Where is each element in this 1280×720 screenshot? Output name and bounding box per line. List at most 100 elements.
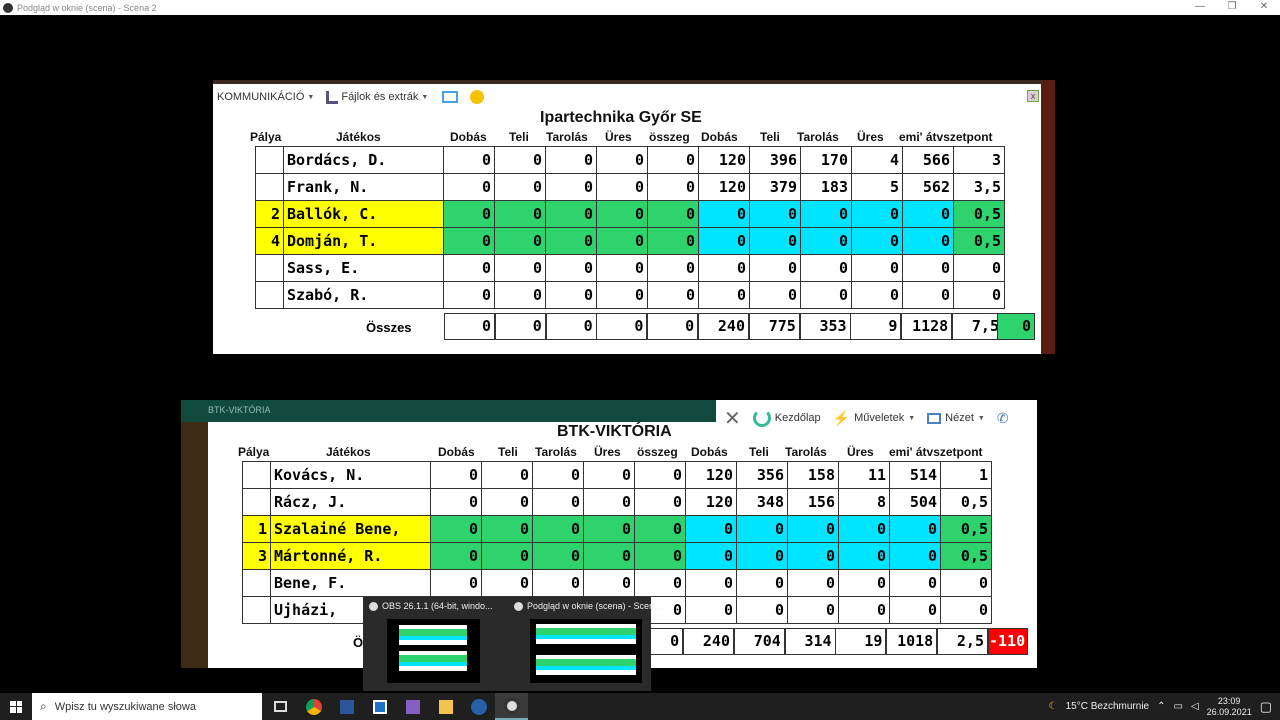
cell-value: 0 [430,515,482,543]
restore-button[interactable]: ❐ [1216,0,1248,15]
start-button[interactable] [0,693,32,720]
cell-value: 0 [889,569,941,597]
weather-text[interactable]: 15°C Bezchmurnie [1066,701,1149,712]
menu-fajlok[interactable]: Fájlok és extrák ▼ [326,90,429,104]
panel-close-button[interactable]: x [1027,90,1039,102]
cell-value: 0 [685,542,737,570]
cell-value: 0 [545,200,597,228]
cell-value: 0 [889,596,941,624]
notification-icon[interactable]: ▢ [1260,699,1272,715]
total-cell: 19 [835,628,887,655]
result-cell: 0 [997,313,1035,340]
cell-value: 0 [851,281,903,309]
header-jatekos: Játékos [336,130,381,144]
scoreboard-panel-home: KOMMUNIKÁCIÓ ▼ Fájlok és extrák ▼ x Iparte… [213,80,1055,354]
cell-value: 0 [443,146,495,174]
cell-palya [255,281,284,309]
caret-icon: ▼ [421,93,429,101]
thumbnail-obs[interactable]: OBS 26.1.1 (64-bit, windo... [363,597,503,691]
cell-value: 0 [647,200,699,228]
cell-value: 0 [494,173,546,201]
app-icon[interactable] [363,693,396,720]
cell-value: 0 [545,146,597,174]
cell-value: 0 [902,281,954,309]
cell-value: 0 [800,200,852,228]
chrome-icon[interactable] [297,693,330,720]
taskbar: ⌕ Wpisz tu wyszukiwane słowa ☾ 15°C Bezch… [0,693,1280,720]
cell-player-name: Mártonné, R. [270,542,431,570]
close-x-icon[interactable]: ✕ [724,406,741,431]
cell-value: 0 [532,488,584,516]
cell-palya [242,488,271,516]
cell-value: 0 [749,281,801,309]
obs-taskbar-icon[interactable] [495,693,528,720]
header-dobas2: Dobás [701,130,738,144]
cell-value: 0 [749,254,801,282]
cell-value: 0 [838,542,890,570]
monitor-icon[interactable] [442,91,459,103]
cell-value: 120 [685,461,737,489]
caret-icon: ▼ [977,414,985,422]
search-box[interactable]: ⌕ Wpisz tu wyszukiwane słowa [32,693,262,720]
header-osszeg: összeg [637,445,678,459]
cell-value: 0 [583,515,635,543]
cell-value: 170 [800,146,852,174]
cell-value: 0 [940,569,992,597]
thumbnail-image [387,619,480,683]
table-row: 4 Domján, T. 0 0 0 0 0 0 0 0 0 0 0,5 [255,227,1005,255]
home-button[interactable]: Kezdőlap [752,409,821,427]
visual-studio-icon[interactable] [396,693,429,720]
cell-palya: 3 [242,542,271,570]
system-tray: ☾ 15°C Bezchmurnie ⌃ ▭ ◁ 23:09 26.09.2021… [1049,693,1280,720]
cell-value: 0,5 [953,227,1005,255]
header-teli: Teli [509,130,529,144]
vlc-icon[interactable] [462,693,495,720]
network-icon[interactable]: ▭ [1174,701,1183,712]
cell-value: 0 [800,227,852,255]
menu-kommunikacio[interactable]: KOMMUNIKÁCIÓ ▼ [217,91,314,103]
cell-player-name: Bordács, D. [283,146,444,174]
cell-value: 0 [494,281,546,309]
window-title: Podgląd w oknie (scena) - Scena 2 [17,2,157,13]
word-icon[interactable] [330,693,363,720]
cell-value: 0 [749,200,801,228]
cell-value: 0 [532,461,584,489]
file-explorer-icon[interactable] [429,693,462,720]
cell-value: 0 [583,461,635,489]
header-ures2: Üres [857,130,884,144]
ops-button[interactable]: ⚡ Műveletek ▼ [833,410,916,427]
cell-player-name: Rácz, J. [270,488,431,516]
cell-value: 0 [443,254,495,282]
view-button[interactable]: Nézet ▼ [927,412,985,424]
thumbnail-preview[interactable]: Podgląd w oknie (scena) - Scen... [508,597,662,691]
cell-value: 0 [634,515,686,543]
cell-value: 0 [532,569,584,597]
cell-value: 0 [596,254,648,282]
minimize-button[interactable]: — [1184,0,1216,15]
cell-value: 0 [685,569,737,597]
mini-table [399,651,467,671]
phone-icon[interactable]: ✆ [997,410,1009,427]
cell-value: 0 [902,227,954,255]
task-view-icon[interactable] [264,693,297,720]
header-teli2: Teli [749,445,769,459]
close-button[interactable]: ✕ [1248,0,1280,15]
banner-label: BTK-VIKTÓRIA [208,405,271,415]
cell-value: 0 [787,569,839,597]
moon-icon: ☾ [1048,701,1058,712]
cell-value: 0 [481,488,533,516]
emoji-icon[interactable] [470,90,485,104]
total-cell: 704 [733,628,785,655]
window-banner: BTK-VIKTÓRIA ✕ Kezdőlap ⚡ Műveletek ▼ Néze… [181,400,1037,436]
cell-value: 0 [532,542,584,570]
chevron-up-icon[interactable]: ⌃ [1157,701,1165,712]
clock[interactable]: 23:09 26.09.2021 [1207,696,1252,718]
table-row: Frank, N. 0 0 0 0 0 120 379 183 5 562 3,5 [255,173,1005,201]
toolbar: ✕ Kezdőlap ⚡ Műveletek ▼ Nézet ▼ ✆ [716,400,1037,436]
volume-icon[interactable]: ◁ [1191,701,1199,712]
cell-value: 0 [851,254,903,282]
cell-palya: 2 [255,200,284,228]
cell-value: 0 [787,515,839,543]
total-cell: 9 [850,313,902,340]
total-cell: 240 [698,313,749,340]
